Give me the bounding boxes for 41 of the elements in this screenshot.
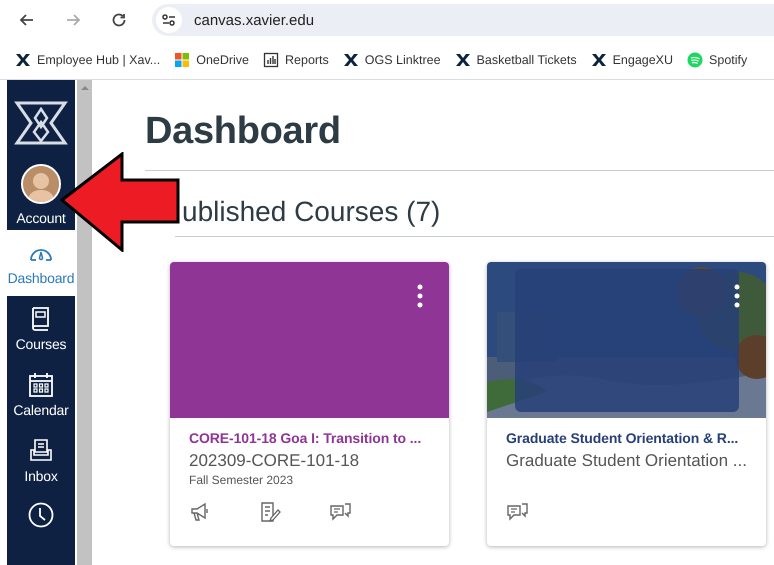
course-card[interactable]: Graduate Student Orientation & R... Graduate Student Orientation ... (487, 262, 766, 546)
clock-icon (28, 502, 54, 528)
nav-item[interactable]: Calendar (7, 362, 75, 428)
sliders-icon (162, 14, 176, 26)
bookmark[interactable]: Employee Hub | Xav... (15, 52, 160, 68)
x-logo-icon (590, 52, 607, 68)
chat-bubbles-icon (329, 501, 351, 523)
scrollbar[interactable] (77, 80, 92, 565)
windows-logo-icon (174, 52, 190, 68)
spotify-logo-icon (687, 52, 704, 68)
course-code: Graduate Student Orientation ... (506, 451, 748, 471)
chat-bubbles-icon (506, 501, 528, 523)
nav-item[interactable]: Inbox (7, 428, 75, 494)
reload-icon[interactable] (110, 11, 128, 29)
bookmark[interactable]: OneDrive (174, 52, 250, 68)
inbox-icon (28, 438, 54, 464)
nav-item[interactable]: Dashboard (7, 230, 75, 296)
address-field[interactable]: canvas.xavier.edu (152, 4, 774, 36)
chat-bubbles-button[interactable] (506, 501, 528, 523)
avatar-icon (23, 166, 59, 202)
course-term: Fall Semester 2023 (189, 473, 294, 487)
bar-chart-icon (263, 52, 280, 68)
x-logo-icon (15, 52, 31, 68)
x-logo-icon (342, 52, 359, 68)
chat-bubbles-button[interactable] (329, 501, 351, 523)
xavier-logo-icon[interactable] (14, 100, 68, 146)
bookmark[interactable]: Reports (263, 52, 329, 68)
bookmark[interactable]: OGS Linktree (342, 52, 441, 68)
course-title-link[interactable]: Graduate Student Orientation & R... (506, 430, 748, 446)
calendar-icon (28, 372, 54, 398)
bookmark[interactable]: EngageXU (590, 52, 674, 68)
course-code: 202309-CORE-101-18 (189, 451, 360, 471)
x-logo-icon (454, 52, 471, 68)
course-title-link[interactable]: CORE-101-18 Goa I: Transition to ... (189, 430, 431, 446)
bookmark[interactable]: Spotify (687, 52, 748, 68)
document-pencil-icon (259, 501, 281, 523)
course-card[interactable]: CORE-101-18 Goa I: Transition to ... 202309-CORE-101-18 Fall Semester 2023 (170, 262, 449, 546)
nav-item[interactable]: Courses (7, 296, 75, 362)
bookmark[interactable]: Basketball Tickets (454, 52, 577, 68)
page-title: Dashboard (145, 106, 774, 171)
document-pencil-button[interactable] (259, 501, 281, 523)
